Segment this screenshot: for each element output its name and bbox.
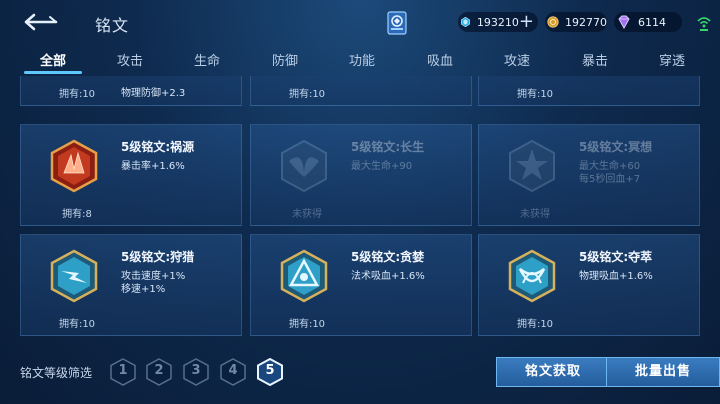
knot-emblem-icon: [508, 249, 556, 303]
category-tabs: 全部 攻击 生命 防御 功能 吸血 攻速 暴击 穿透: [0, 44, 720, 76]
tab-defense[interactable]: 防御: [255, 50, 315, 69]
attr-line: 每5秒回血+7: [579, 174, 641, 185]
get-inscription-button[interactable]: 铭文获取: [496, 357, 610, 387]
owned-count: 拥有:10: [516, 319, 554, 330]
gem-currency: 6114: [614, 12, 682, 32]
attr-line: 移速+1%: [121, 284, 166, 295]
inscription-card[interactable]: 5级铭文:夺萃 物理吸血+1.6% 拥有:10: [478, 234, 700, 336]
attr-line: 暴击率+1.6%: [121, 161, 185, 172]
tab-attack[interactable]: 攻击: [100, 50, 160, 69]
inscription-card[interactable]: 5级铭文:长生 最大生命+90 未获得: [250, 124, 472, 226]
gold-amount: 192770: [565, 15, 607, 29]
inscription-card[interactable]: 5级铭文:狩猎 攻击速度+1% 移速+1% 拥有:10: [20, 234, 242, 336]
inscription-card[interactable]: 5级铭文:冥想 最大生命+60 每5秒回血+7 未获得: [478, 124, 700, 226]
tab-attack-speed[interactable]: 攻速: [487, 50, 547, 69]
tab-critical[interactable]: 暴击: [565, 50, 625, 69]
crystal-icon: [461, 16, 470, 28]
inscription-card[interactable]: 拥有:10: [478, 76, 700, 106]
owned-count: 拥有:10: [58, 319, 96, 330]
level-number: 1: [118, 363, 128, 378]
gem-amount: 6114: [638, 15, 666, 29]
tab-penetration[interactable]: 穿透: [642, 50, 702, 69]
owned-count: 拥有:10: [288, 319, 326, 330]
attr-line: 物理防御+2.3: [121, 88, 186, 99]
star-emblem-icon: [509, 139, 555, 193]
level-filter-2[interactable]: 2: [146, 358, 172, 386]
bulk-sell-button[interactable]: 批量出售: [606, 357, 720, 387]
inscription-name: 5级铭文:夺萃: [579, 250, 653, 264]
inscription-name: 5级铭文:贪婪: [351, 250, 425, 264]
owned-count: 拥有:10: [516, 89, 554, 100]
active-tab-indicator: [24, 71, 82, 74]
gold-coin-icon: [547, 16, 559, 28]
add-crystal-button[interactable]: +: [519, 13, 534, 31]
owned-count: 拥有:10: [288, 89, 326, 100]
level-number: 2: [154, 363, 164, 378]
triangle-emblem-icon: [280, 249, 328, 303]
tab-lifesteal[interactable]: 吸血: [410, 50, 470, 69]
owned-count: 拥有:10: [58, 89, 96, 100]
gold-currency: 192770: [545, 12, 607, 32]
red-crystal-emblem-icon: [50, 139, 98, 193]
crystal-currency: 193210 +: [458, 12, 538, 32]
attr-line: 最大生命+90: [351, 161, 413, 172]
back-button[interactable]: [20, 12, 60, 32]
level-filter-3[interactable]: 3: [183, 358, 209, 386]
level-filter-5[interactable]: 5: [257, 357, 283, 387]
tab-utility[interactable]: 功能: [332, 50, 392, 69]
attr-line: 物理吸血+1.6%: [579, 271, 653, 282]
wifi-icon: [696, 14, 712, 32]
inscription-name: 5级铭文:祸源: [121, 140, 195, 154]
wing-emblem-icon: [281, 139, 327, 193]
top-bar: 铭文 193210 + 192770 6114: [0, 0, 720, 44]
level-filter-1[interactable]: 1: [110, 358, 136, 386]
crystal-amount: 193210: [476, 15, 519, 29]
inscription-book-icon[interactable]: [386, 10, 408, 36]
level-number: 5: [265, 363, 275, 378]
inscription-name: 5级铭文:长生: [351, 140, 425, 154]
inscription-name: 5级铭文:狩猎: [121, 250, 195, 264]
inscription-card[interactable]: 拥有:10: [250, 76, 472, 106]
owned-count: 未获得: [292, 209, 322, 220]
tab-all[interactable]: 全部: [23, 50, 83, 69]
back-arrow-icon: [24, 13, 58, 31]
owned-count: 未获得: [520, 209, 550, 220]
level-number: 4: [228, 363, 238, 378]
owned-count: 拥有:8: [62, 209, 92, 220]
inscription-name: 5级铭文:冥想: [579, 140, 653, 154]
inscription-grid[interactable]: 物理防御+2.3 拥有:10 拥有:10 拥有:10 5级铭文:祸源 暴击率+1…: [20, 76, 700, 338]
level-filter-4[interactable]: 4: [220, 358, 246, 386]
page-title: 铭文: [95, 16, 130, 35]
tab-health[interactable]: 生命: [177, 50, 237, 69]
inscription-card[interactable]: 5级铭文:祸源 暴击率+1.6% 拥有:8: [20, 124, 242, 226]
level-number: 3: [191, 363, 201, 378]
gem-icon: [618, 15, 630, 30]
inscription-card[interactable]: 5级铭文:贪婪 法术吸血+1.6% 拥有:10: [250, 234, 472, 336]
lightning-emblem-icon: [50, 249, 98, 303]
inscription-card[interactable]: 物理防御+2.3 拥有:10: [20, 76, 242, 106]
attr-line: 法术吸血+1.6%: [351, 271, 425, 282]
level-filter-label: 铭文等级筛选: [20, 366, 93, 380]
